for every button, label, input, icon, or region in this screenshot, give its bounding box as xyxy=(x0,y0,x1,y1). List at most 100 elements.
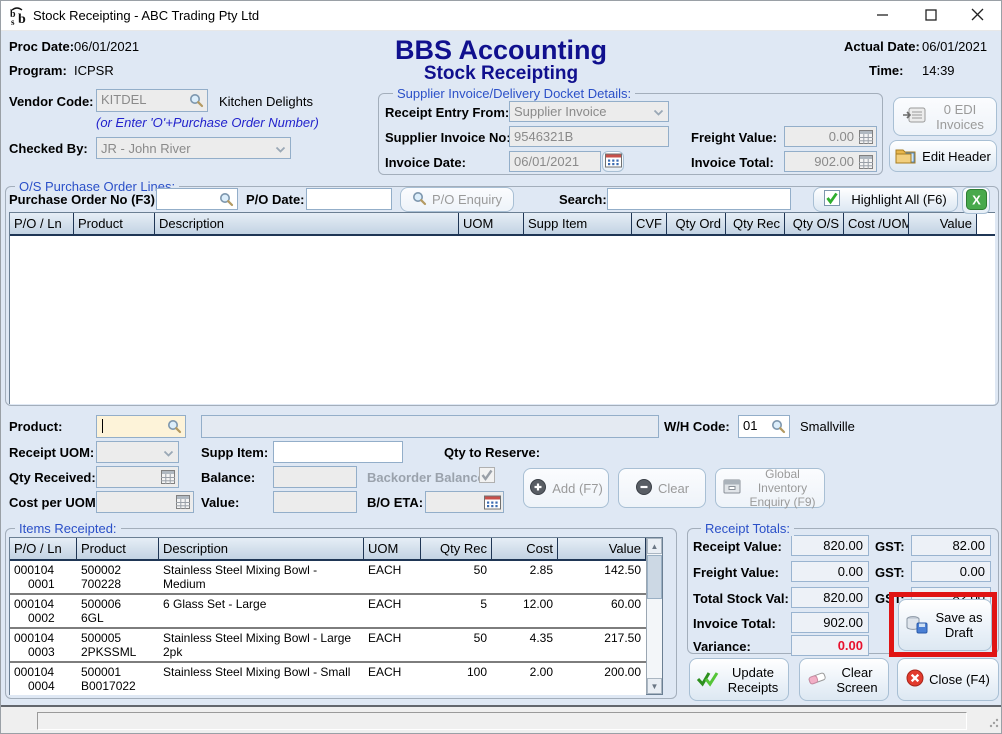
status-message-panel xyxy=(37,712,967,730)
receipt-entry-from-label: Receipt Entry From: xyxy=(385,105,509,120)
items-scrollbar[interactable]: ▲ ▼ xyxy=(646,538,662,694)
items-column-header: Product xyxy=(77,538,159,559)
items-row[interactable]: 00010400035000052PKSSMLStainless Steel M… xyxy=(10,629,646,663)
checkbox-checked-icon[interactable] xyxy=(824,190,840,209)
wh-code-field[interactable]: 01 xyxy=(738,415,790,438)
edit-header-button[interactable]: Edit Header xyxy=(889,140,997,172)
resize-grip-icon[interactable] xyxy=(989,716,999,731)
app-title: BBS Accounting xyxy=(331,35,671,66)
gst-label: GST: xyxy=(875,539,905,554)
scroll-down-icon[interactable]: ▼ xyxy=(647,678,662,694)
calculator-icon[interactable] xyxy=(859,130,873,147)
maximize-button[interactable] xyxy=(909,1,953,31)
close-window-button[interactable] xyxy=(955,1,999,31)
cell-value: 60.00 xyxy=(558,595,646,627)
eraser-icon xyxy=(807,670,828,690)
cell-product: 5000066GL xyxy=(77,595,159,627)
items-row[interactable]: 0001040004500001B0017022Stainless Steel … xyxy=(10,663,646,695)
po-search-icon[interactable] xyxy=(219,192,234,210)
vendor-code-field[interactable]: KITDEL xyxy=(96,89,208,112)
search-input[interactable] xyxy=(607,188,791,210)
invoice-total-field[interactable]: 902.00 xyxy=(784,151,877,172)
add-button[interactable]: Add (F7) xyxy=(523,468,609,508)
calendar-icon[interactable] xyxy=(484,494,501,513)
po-table-header: P/O / LnProductDescriptionUOMSupp ItemCV… xyxy=(10,213,995,236)
close-icon xyxy=(971,8,984,24)
po-column-header: CVF xyxy=(632,213,667,234)
checked-by-label: Checked By: xyxy=(9,141,88,156)
wh-search-icon[interactable] xyxy=(771,419,786,437)
backorder-balance-checkbox[interactable] xyxy=(479,467,495,486)
program-label: Program: xyxy=(9,63,67,78)
value-field[interactable] xyxy=(273,491,357,513)
bo-eta-field[interactable] xyxy=(425,491,504,513)
items-column-header: Value xyxy=(558,538,646,559)
highlight-all-button[interactable]: Highlight All (F6) xyxy=(813,187,958,212)
po-table-body-empty[interactable] xyxy=(10,236,995,404)
items-row[interactable]: 00010400025000066GL6 Glass Set - LargeEA… xyxy=(10,595,646,629)
invoice-date-calendar-button[interactable] xyxy=(602,151,624,172)
cost-per-uom-field[interactable] xyxy=(96,491,194,513)
cell-cost: 12.00 xyxy=(492,595,558,627)
minimize-button[interactable] xyxy=(861,1,905,31)
po-no-label: Purchase Order No (F3): xyxy=(9,192,159,207)
proc-date-value: 06/01/2021 xyxy=(74,39,139,54)
po-enquiry-search-icon xyxy=(412,191,427,209)
qty-received-label: Qty Received: xyxy=(9,470,96,485)
update-receipts-button[interactable]: Update Receipts xyxy=(689,658,789,701)
cell-uom: EACH xyxy=(364,663,421,695)
po-column-header: Qty Ord xyxy=(667,213,726,234)
po-enquiry-button[interactable]: P/O Enquiry xyxy=(400,187,514,212)
product-search-icon[interactable] xyxy=(167,419,182,437)
cell-qty-rec: 50 xyxy=(421,629,492,661)
calculator-icon[interactable] xyxy=(859,155,873,172)
cell-value: 142.50 xyxy=(558,561,646,593)
qty-to-reserve-label: Qty to Reserve: xyxy=(444,445,540,460)
clear-button[interactable]: Clear xyxy=(618,468,706,508)
product-description-field xyxy=(201,415,659,438)
receipt-uom-dropdown[interactable] xyxy=(96,441,179,463)
totals-row-label: Invoice Total: xyxy=(693,616,776,631)
balance-field[interactable] xyxy=(273,466,357,488)
receipt-uom-label: Receipt UOM: xyxy=(9,445,94,460)
save-as-draft-button[interactable]: Save as Draft xyxy=(898,599,992,651)
svg-text:X: X xyxy=(972,192,981,207)
calculator-icon[interactable] xyxy=(176,495,190,512)
items-table-body: 0001040001500002700228Stainless Steel Mi… xyxy=(10,561,646,695)
close-f4-button[interactable]: Close (F4) xyxy=(897,658,999,701)
cell-po-ln: 0001040002 xyxy=(10,595,77,627)
po-column-header: Value xyxy=(909,213,977,234)
receipt-entry-from-dropdown[interactable]: Supplier Invoice xyxy=(509,101,669,122)
calendar-icon xyxy=(605,152,622,171)
product-input[interactable] xyxy=(96,415,186,438)
invoice-date-field[interactable] xyxy=(509,151,601,172)
bbs-app-icon: bsb xyxy=(8,5,30,30)
cell-value: 200.00 xyxy=(558,663,646,695)
supp-item-input[interactable] xyxy=(273,441,403,463)
cell-po-ln: 0001040001 xyxy=(10,561,77,593)
po-date-field[interactable] xyxy=(306,188,392,210)
items-column-header: Description xyxy=(159,538,364,559)
items-row[interactable]: 0001040001500002700228Stainless Steel Mi… xyxy=(10,561,646,595)
search-label: Search: xyxy=(559,192,607,207)
scroll-up-icon[interactable]: ▲ xyxy=(647,538,662,554)
totals-value-field: 820.00 xyxy=(791,535,869,556)
vendor-search-icon[interactable] xyxy=(189,93,204,111)
vendor-hint: (or Enter 'O'+Purchase Order Number) xyxy=(96,115,319,130)
clear-screen-button[interactable]: Clear Screen xyxy=(799,658,889,701)
cell-product: 5000052PKSSML xyxy=(77,629,159,661)
scrollbar-thumb[interactable] xyxy=(647,555,662,599)
checked-by-dropdown[interactable]: JR - John River xyxy=(96,137,291,159)
cell-uom: EACH xyxy=(364,561,421,593)
export-excel-button[interactable]: X xyxy=(962,187,990,214)
qty-received-field[interactable] xyxy=(96,466,179,488)
supplier-invoice-no-field[interactable] xyxy=(509,126,669,147)
po-no-field[interactable] xyxy=(156,188,238,210)
cell-description: Stainless Steel Mixing Bowl - Large 2pk xyxy=(159,629,364,661)
po-header-filler xyxy=(977,213,995,234)
freight-value-field[interactable]: 0.00 xyxy=(784,126,877,147)
edi-invoices-button[interactable]: 0 EDI Invoices xyxy=(893,97,997,136)
calculator-icon[interactable] xyxy=(161,470,175,487)
totals-row-label: Variance: xyxy=(693,639,751,654)
global-inventory-button[interactable]: Global Inventory Enquiry (F9) xyxy=(715,468,825,508)
